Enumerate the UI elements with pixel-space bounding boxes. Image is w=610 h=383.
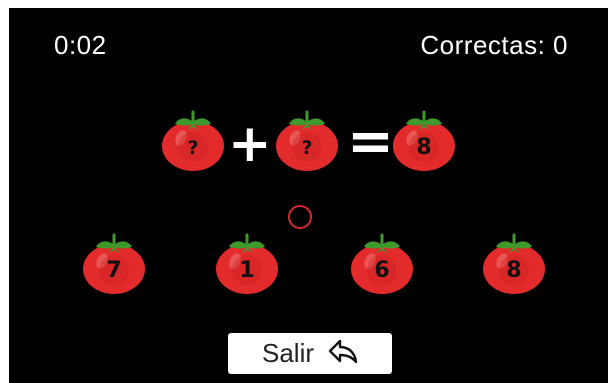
exit-button-label: Salir <box>261 338 314 368</box>
option-tomato-3[interactable]: 6 <box>349 223 415 295</box>
cursor-ring <box>288 205 312 229</box>
equals-sign: = <box>347 109 394 174</box>
exit-button[interactable]: Salir <box>228 333 392 374</box>
option-tomato-4[interactable]: 8 <box>481 223 547 295</box>
game-screen: 0:02 Correctas: 0 ? + ? = 8 7 1 6 8 Sali… <box>9 8 608 383</box>
option-value: 6 <box>374 258 390 283</box>
option-value: 1 <box>239 258 255 283</box>
timer: 0:02 <box>54 30 107 60</box>
back-arrow-icon <box>328 338 358 369</box>
operand-1-value: ? <box>187 137 199 159</box>
score-counter: Correctas: 0 <box>420 30 568 60</box>
plus-sign: + <box>228 114 272 174</box>
option-tomato-1[interactable]: 7 <box>81 223 147 295</box>
option-value: 7 <box>106 258 122 283</box>
result-value: 8 <box>416 135 432 160</box>
equation-operand-2: ? <box>274 100 340 172</box>
option-tomato-2[interactable]: 1 <box>214 223 280 295</box>
option-value: 8 <box>506 258 522 283</box>
equation-operand-1: ? <box>160 100 226 172</box>
operand-2-value: ? <box>301 137 313 159</box>
equation-result: 8 <box>391 100 457 172</box>
